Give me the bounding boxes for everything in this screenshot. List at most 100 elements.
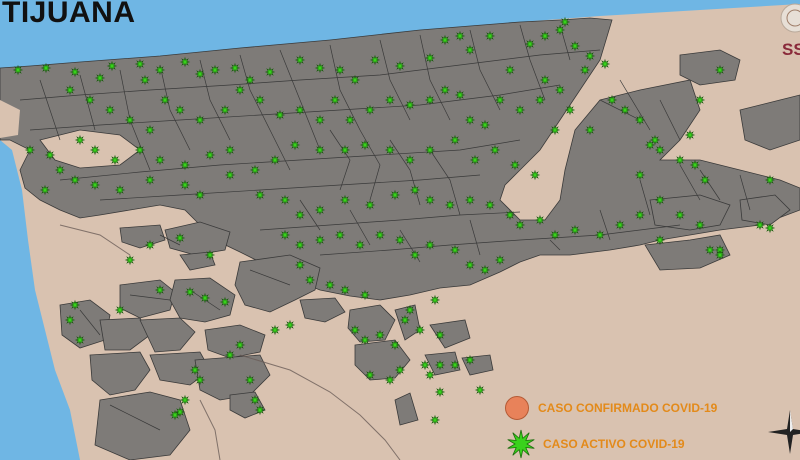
active-case-marker bbox=[439, 34, 451, 46]
active-case-marker bbox=[294, 209, 306, 221]
active-case-marker bbox=[409, 184, 421, 196]
active-case-marker bbox=[274, 109, 286, 121]
active-case-marker bbox=[244, 74, 256, 86]
active-case-marker bbox=[424, 369, 436, 381]
active-case-marker bbox=[64, 84, 76, 96]
active-case-marker bbox=[494, 254, 506, 266]
active-case-marker bbox=[314, 204, 326, 216]
active-case-marker bbox=[464, 114, 476, 126]
active-case-marker bbox=[234, 339, 246, 351]
active-case-marker bbox=[354, 239, 366, 251]
active-case-marker bbox=[89, 144, 101, 156]
active-case-marker bbox=[139, 74, 151, 86]
active-case-marker bbox=[314, 234, 326, 246]
active-case-marker bbox=[69, 174, 81, 186]
active-case-marker bbox=[84, 94, 96, 106]
active-case-marker bbox=[579, 64, 591, 76]
active-case-marker bbox=[64, 314, 76, 326]
active-case-marker bbox=[244, 374, 256, 386]
active-case-marker bbox=[204, 249, 216, 261]
active-case-marker bbox=[684, 129, 696, 141]
active-case-marker bbox=[704, 244, 716, 256]
active-case-marker bbox=[339, 144, 351, 156]
active-case-marker bbox=[194, 189, 206, 201]
active-case-marker bbox=[224, 349, 236, 361]
active-case-marker bbox=[494, 94, 506, 106]
active-case-marker bbox=[654, 234, 666, 246]
active-case-marker bbox=[109, 154, 121, 166]
active-case-marker bbox=[464, 259, 476, 271]
active-case-marker bbox=[654, 144, 666, 156]
active-case-marker bbox=[674, 154, 686, 166]
active-case-marker bbox=[424, 194, 436, 206]
active-case-marker bbox=[219, 104, 231, 116]
active-case-marker bbox=[634, 114, 646, 126]
active-case-marker bbox=[389, 339, 401, 351]
active-case-marker bbox=[449, 134, 461, 146]
active-case-marker bbox=[449, 244, 461, 256]
active-case-marker bbox=[554, 84, 566, 96]
active-case-marker bbox=[434, 386, 446, 398]
active-case-marker bbox=[419, 359, 431, 371]
active-case-marker bbox=[349, 74, 361, 86]
active-case-marker bbox=[554, 24, 566, 36]
active-case-marker bbox=[279, 229, 291, 241]
active-case-marker bbox=[304, 274, 316, 286]
active-case-marker bbox=[534, 94, 546, 106]
active-case-marker bbox=[469, 154, 481, 166]
active-case-marker bbox=[199, 292, 211, 304]
active-case-marker bbox=[284, 319, 296, 331]
active-case-marker bbox=[414, 324, 426, 336]
active-case-marker bbox=[106, 60, 118, 72]
active-case-marker bbox=[444, 199, 456, 211]
active-case-marker bbox=[689, 159, 701, 171]
active-case-marker bbox=[454, 30, 466, 42]
active-case-marker bbox=[249, 164, 261, 176]
active-case-marker bbox=[484, 30, 496, 42]
active-case-marker bbox=[464, 354, 476, 366]
active-case-marker bbox=[264, 66, 276, 78]
active-case-marker bbox=[424, 52, 436, 64]
active-case-marker bbox=[294, 239, 306, 251]
active-case-marker bbox=[504, 64, 516, 76]
active-case-marker bbox=[549, 124, 561, 136]
active-case-marker bbox=[169, 409, 181, 421]
active-case-marker bbox=[404, 99, 416, 111]
active-case-marker bbox=[694, 219, 706, 231]
active-case-marker bbox=[229, 62, 241, 74]
active-case-marker bbox=[329, 94, 341, 106]
active-case-marker bbox=[154, 64, 166, 76]
active-case-marker bbox=[409, 249, 421, 261]
active-case-marker bbox=[549, 229, 561, 241]
active-case-marker bbox=[339, 194, 351, 206]
active-case-marker bbox=[184, 286, 196, 298]
active-case-marker bbox=[54, 164, 66, 176]
active-case-marker bbox=[504, 209, 516, 221]
active-case-marker bbox=[114, 304, 126, 316]
active-case-marker bbox=[289, 139, 301, 151]
active-case-marker bbox=[764, 222, 776, 234]
active-case-marker bbox=[204, 149, 216, 161]
active-case-marker bbox=[249, 394, 261, 406]
active-case-marker bbox=[12, 64, 24, 76]
active-case-marker bbox=[179, 179, 191, 191]
active-case-marker bbox=[124, 114, 136, 126]
active-case-marker bbox=[364, 104, 376, 116]
active-case-marker bbox=[269, 154, 281, 166]
active-case-marker bbox=[189, 364, 201, 376]
active-case-marker bbox=[174, 232, 186, 244]
active-case-marker bbox=[154, 284, 166, 296]
active-case-marker bbox=[94, 72, 106, 84]
map-title: TIJUANA bbox=[2, 0, 136, 29]
active-case-marker bbox=[524, 38, 536, 50]
active-case-marker bbox=[344, 114, 356, 126]
active-case-marker bbox=[474, 384, 486, 396]
active-case-marker bbox=[509, 159, 521, 171]
active-case-marker bbox=[234, 84, 246, 96]
active-case-marker bbox=[179, 159, 191, 171]
active-case-marker bbox=[219, 296, 231, 308]
active-case-marker bbox=[754, 219, 766, 231]
active-case-marker bbox=[44, 149, 56, 161]
active-case-marker bbox=[439, 84, 451, 96]
active-case-marker bbox=[424, 144, 436, 156]
